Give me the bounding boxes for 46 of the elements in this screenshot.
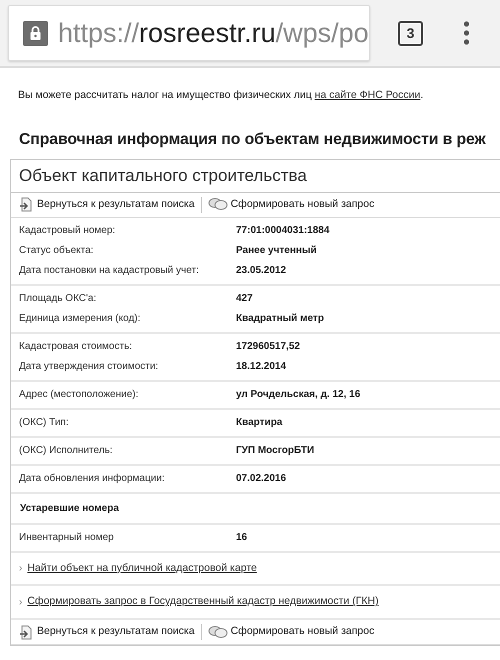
map-link[interactable]: Найти объект на публичной кадастровой карте: [27, 560, 257, 576]
chevron-icon: ›: [19, 594, 22, 610]
field-value: 18.12.2014: [236, 360, 286, 374]
panel-title: Объект капитального строительства: [11, 160, 500, 193]
new-request-button[interactable]: Сформировать новый запрос: [204, 623, 378, 641]
fns-link[interactable]: на сайте ФНС России: [314, 89, 420, 101]
field-value: 23.05.2012: [236, 264, 286, 278]
field-value: ул Рочдельская, д. 12, 16: [236, 388, 360, 402]
field-label: Статус объекта:: [18, 244, 94, 258]
request-link[interactable]: Сформировать запрос в Государственный кадастр недвижимости (ГКН): [27, 594, 379, 610]
field-value: 77:01:0004031:1884: [236, 224, 330, 238]
field-label: Единица измерения (код):: [18, 312, 142, 326]
chevron-icon: ›: [19, 561, 22, 576]
lock-icon: [23, 20, 48, 46]
back-to-results-button[interactable]: Вернуться к результатам поиска: [15, 623, 199, 641]
field-label: Дата обновления информации:: [18, 472, 166, 486]
page-heading: Справочная информация по объектам недвижимости в реж: [19, 130, 487, 150]
field-value: ГУП МосгорБТИ: [236, 444, 314, 458]
tax-note: Вы можете рассчитать налог на имущество физических лиц на сайте ФНС России.: [17, 88, 424, 103]
field-label: Дата постановки на кадастровый учет:: [18, 264, 200, 278]
field-label: (ОКС) Исполнитель:: [18, 444, 114, 458]
url-text: https://rosreestr.ru/wps/po: [58, 16, 369, 50]
section-title: Устаревшие номера: [11, 494, 500, 525]
field-value: 16: [236, 531, 248, 546]
field-value: Ранее учтенный: [236, 244, 317, 258]
field-label: Кадастровый номер:: [18, 224, 116, 238]
field-value: 172960517,52: [236, 340, 300, 354]
field-value: Квартира: [236, 416, 282, 430]
chat-bubbles-icon: [208, 624, 228, 640]
field-label: Площадь ОКС'а:: [18, 292, 98, 306]
field-value: 07.02.2016: [236, 472, 286, 486]
field-label: Инвентарный номер: [18, 531, 115, 546]
field-value: 427: [236, 292, 253, 306]
back-to-results-button[interactable]: Вернуться к результатам поиска: [15, 196, 199, 214]
field-label: Кадастровая стоимость:: [18, 340, 134, 354]
field-label: Дата утверждения стоимости:: [18, 360, 160, 374]
document-icon: [19, 197, 34, 212]
field-value: Квадратный метр: [236, 312, 324, 326]
document-icon: [19, 624, 34, 640]
tab-count-button[interactable]: 3: [398, 20, 423, 46]
address-bar[interactable]: https://rosreestr.ru/wps/po: [8, 5, 370, 61]
menu-icon[interactable]: [463, 21, 470, 45]
new-request-button[interactable]: Сформировать новый запрос: [204, 196, 378, 214]
field-label: Адрес (местоположение):: [18, 388, 140, 402]
field-label: (ОКС) Тип:: [18, 416, 70, 430]
chat-bubbles-icon: [208, 197, 228, 212]
